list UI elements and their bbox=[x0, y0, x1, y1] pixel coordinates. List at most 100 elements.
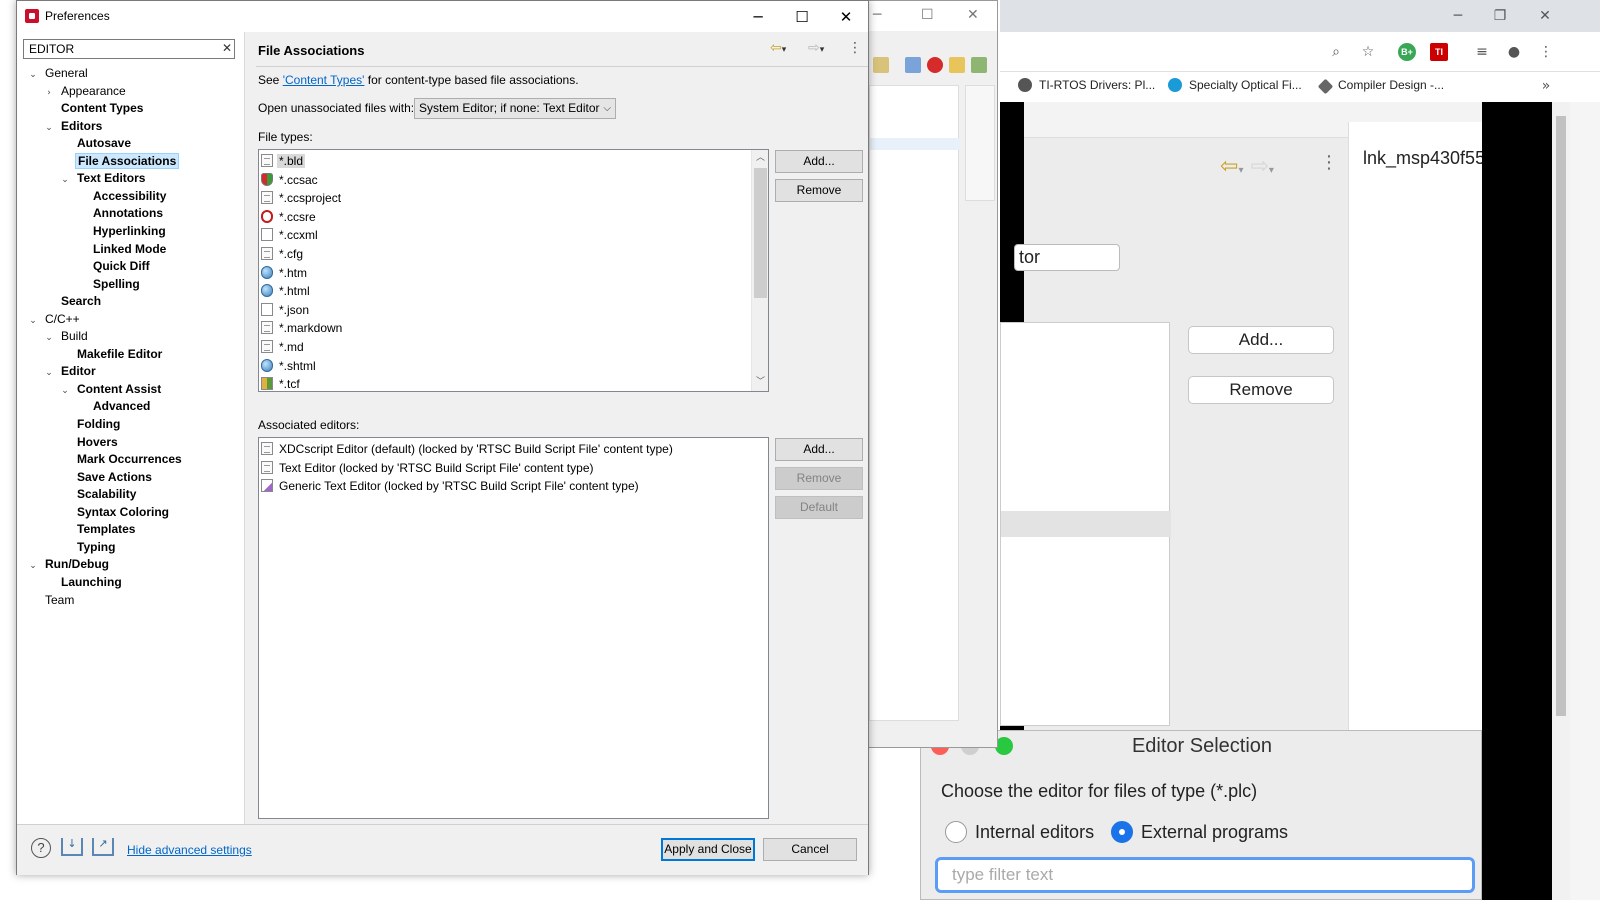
tree-item[interactable]: Hyperlinking bbox=[75, 222, 168, 240]
editor-filter-input[interactable]: type filter text bbox=[935, 857, 1475, 893]
file-type-row[interactable]: *.tcf bbox=[261, 375, 302, 391]
browser-minimize-icon[interactable]: ─ bbox=[1446, 6, 1470, 26]
bookmark-star-icon[interactable]: ☆ bbox=[1358, 42, 1378, 62]
tree-item[interactable]: ⌄ Run/Debug bbox=[27, 555, 111, 573]
clear-filter-icon[interactable]: ✕ bbox=[220, 41, 234, 55]
file-type-row[interactable]: *.ccsac bbox=[261, 171, 320, 189]
associated-editors-list[interactable]: XDCscript Editor (default) (locked by 'R… bbox=[258, 437, 769, 819]
debug-view-icon[interactable] bbox=[905, 57, 921, 73]
tree-item[interactable]: ⌄ C/C++ bbox=[27, 310, 82, 328]
chevron-down-icon[interactable]: ⌄ bbox=[43, 329, 55, 347]
file-type-row[interactable]: *.html bbox=[261, 282, 312, 300]
close-icon[interactable]: ✕ bbox=[824, 3, 868, 31]
browser-menu-icon[interactable]: ⋮ bbox=[1536, 42, 1556, 62]
open-unassociated-select[interactable]: System Editor; if none: Text Editor ⌵ bbox=[414, 98, 616, 119]
tree-item[interactable]: Mark Occurrences bbox=[59, 450, 184, 468]
content-types-link[interactable]: 'Content Types' bbox=[283, 73, 365, 87]
media-icon[interactable]: ≡ bbox=[1472, 42, 1492, 62]
file-type-row[interactable]: *.markdown bbox=[261, 319, 344, 337]
perspective-icon[interactable] bbox=[873, 57, 889, 73]
file-type-row[interactable]: *.ccsproject bbox=[261, 189, 343, 207]
export-icon[interactable]: ↗ bbox=[92, 838, 114, 856]
tree-item[interactable]: Content Types bbox=[43, 99, 145, 117]
bookmark-specialty-optical[interactable]: Specialty Optical Fi... bbox=[1168, 78, 1302, 92]
tree-item[interactable]: Search bbox=[43, 292, 103, 310]
hide-advanced-link[interactable]: Hide advanced settings bbox=[127, 843, 252, 857]
back-arrow-icon[interactable]: ⇦▾ bbox=[770, 40, 786, 56]
internal-editors-radio[interactable]: Internal editors bbox=[945, 821, 1094, 843]
file-type-remove-button[interactable]: Remove bbox=[775, 179, 863, 202]
file-types-list[interactable]: *.bld *.ccsac *.ccsproject *.ccsre *.ccxml *.… bbox=[258, 149, 769, 392]
help-icon[interactable]: ? bbox=[31, 838, 51, 858]
eclipse-minimize-icon[interactable]: ─ bbox=[873, 7, 881, 23]
tree-item[interactable]: Templates bbox=[59, 520, 137, 538]
external-programs-radio[interactable]: External programs bbox=[1111, 821, 1288, 843]
tree-item[interactable]: Autosave bbox=[59, 134, 133, 152]
tree-item[interactable]: Typing bbox=[59, 538, 117, 556]
minimize-icon[interactable]: ─ bbox=[736, 3, 780, 31]
browser-scroll-thumb[interactable] bbox=[1556, 116, 1566, 716]
tree-item[interactable]: Syntax Coloring bbox=[59, 503, 171, 521]
maximize-icon[interactable]: ☐ bbox=[780, 3, 824, 31]
eclipse-maximize-icon[interactable]: ☐ bbox=[921, 7, 934, 23]
gear-icon[interactable] bbox=[971, 57, 987, 73]
file-type-row[interactable]: *.shtml bbox=[261, 357, 318, 375]
cancel-button[interactable]: Cancel bbox=[763, 838, 857, 861]
tree-item[interactable]: Folding bbox=[59, 415, 122, 433]
tree-item[interactable]: Hovers bbox=[59, 433, 120, 451]
tree-item[interactable]: ⌄ General bbox=[27, 64, 90, 82]
tree-item[interactable]: › Appearance bbox=[43, 82, 128, 100]
chevron-down-icon[interactable]: ⌄ bbox=[27, 66, 39, 84]
file-type-row[interactable]: *.ccxml bbox=[261, 226, 320, 244]
tree-item[interactable]: ⌄ Build bbox=[43, 327, 90, 345]
browser-restore-icon[interactable]: ❐ bbox=[1488, 6, 1512, 26]
file-type-row[interactable]: *.ccsre bbox=[261, 208, 318, 226]
extension-ti-icon[interactable]: TI bbox=[1430, 43, 1448, 61]
associated-editor-row[interactable]: Text Editor (locked by 'RTSC Build Scrip… bbox=[261, 459, 595, 477]
tree-item[interactable]: Team bbox=[27, 591, 76, 609]
apply-and-close-button[interactable]: Apply and Close bbox=[661, 838, 755, 861]
zoom-icon[interactable]: ⌕ bbox=[1326, 42, 1346, 62]
package-icon[interactable] bbox=[949, 57, 965, 73]
tree-item[interactable]: Advanced bbox=[75, 397, 152, 415]
tree-item[interactable]: Quick Diff bbox=[75, 257, 152, 275]
tree-item[interactable]: Accessibility bbox=[75, 187, 168, 205]
chevron-down-icon[interactable]: ⌄ bbox=[27, 312, 39, 330]
chevron-down-icon[interactable]: ⌄ bbox=[27, 557, 39, 575]
tree-item[interactable]: Scalability bbox=[59, 485, 138, 503]
scroll-down-icon[interactable]: ﹀ bbox=[752, 374, 768, 391]
tree-item[interactable]: Annotations bbox=[75, 204, 165, 222]
file-type-row[interactable]: *.bld bbox=[261, 152, 306, 170]
chevron-down-icon[interactable]: ⌄ bbox=[43, 364, 55, 382]
page-menu-icon[interactable]: ⋮ bbox=[848, 40, 862, 56]
scroll-thumb[interactable] bbox=[754, 168, 767, 298]
profile-icon[interactable]: ● bbox=[1504, 42, 1524, 62]
file-type-row[interactable]: *.md bbox=[261, 338, 306, 356]
file-type-row[interactable]: *.htm bbox=[261, 264, 309, 282]
tree-item[interactable]: ⌄ Editor bbox=[43, 362, 98, 380]
tree-item[interactable]: Linked Mode bbox=[75, 240, 168, 258]
editor-add-button[interactable]: Add... bbox=[775, 438, 863, 461]
bookmarks-overflow-icon[interactable]: » bbox=[1536, 76, 1556, 96]
editor-default-button[interactable]: Default bbox=[775, 496, 863, 519]
import-icon[interactable]: ↓ bbox=[61, 838, 83, 856]
file-type-row[interactable]: *.json bbox=[261, 301, 311, 319]
tree-item[interactable]: Save Actions bbox=[59, 468, 154, 486]
tree-item[interactable]: Makefile Editor bbox=[59, 345, 164, 363]
extension-badge-icon[interactable]: B+ bbox=[1398, 43, 1416, 61]
forward-arrow-icon[interactable]: ⇨▾ bbox=[808, 40, 824, 56]
chevron-down-icon[interactable]: ⌄ bbox=[43, 119, 55, 137]
editor-remove-button[interactable]: Remove bbox=[775, 467, 863, 490]
stop-icon[interactable] bbox=[927, 57, 943, 73]
tree-item[interactable]: ⌄ Editors bbox=[43, 117, 104, 135]
tree-item[interactable]: File Associations bbox=[59, 152, 180, 170]
filter-input[interactable] bbox=[23, 39, 235, 59]
file-type-row[interactable]: *.cfg bbox=[261, 245, 305, 263]
chevron-down-icon[interactable]: ⌄ bbox=[59, 382, 71, 400]
tree-item[interactable]: Spelling bbox=[75, 275, 142, 293]
tree-item[interactable]: ⌄ Content Assist bbox=[59, 380, 163, 398]
file-type-add-button[interactable]: Add... bbox=[775, 150, 863, 173]
browser-scrollbar[interactable] bbox=[1552, 102, 1570, 900]
associated-editor-row[interactable]: Generic Text Editor (locked by 'RTSC Bui… bbox=[261, 477, 641, 495]
tree-item[interactable]: Launching bbox=[43, 573, 124, 591]
